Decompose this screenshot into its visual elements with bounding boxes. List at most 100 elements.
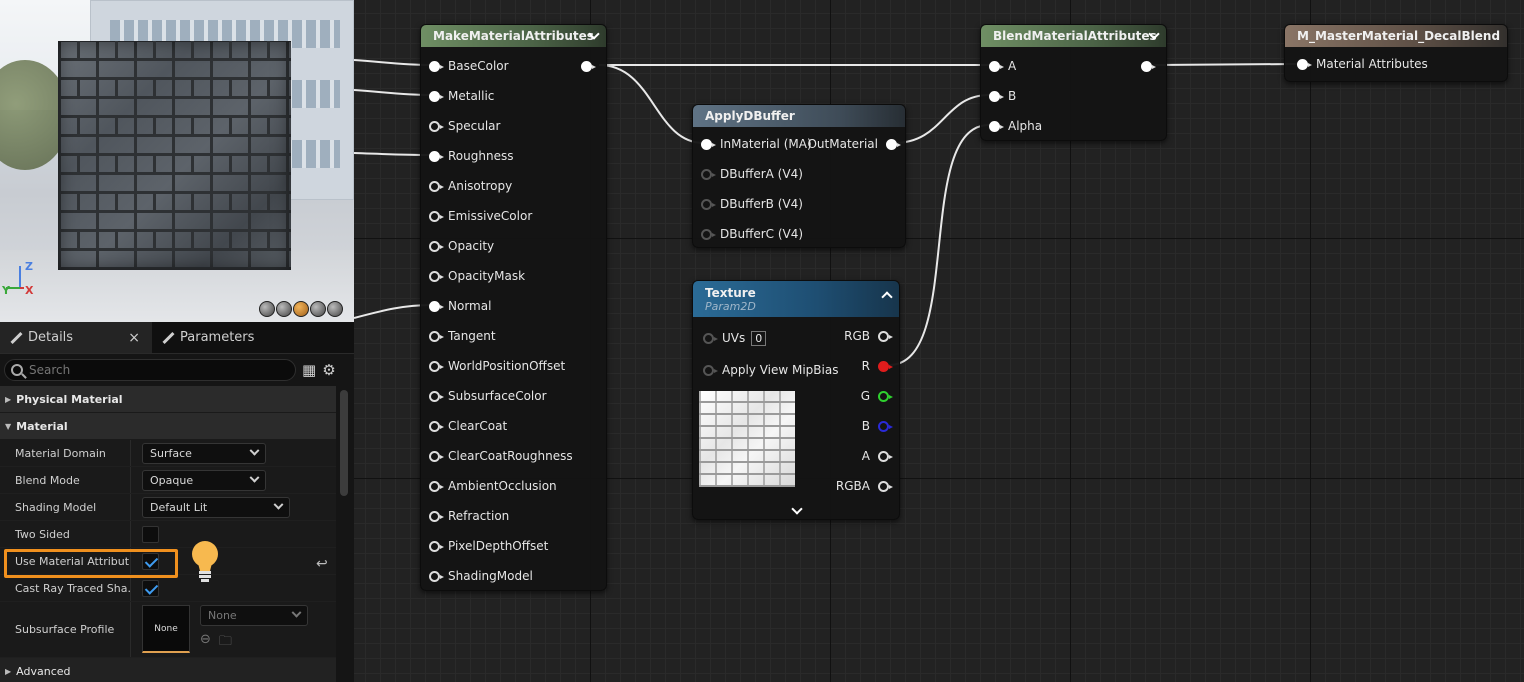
pin-icon[interactable] [581,60,596,72]
shading-model-dropdown[interactable]: Default Lit [142,496,290,518]
pin-icon[interactable] [429,150,444,162]
uv-index-input[interactable]: 0 [751,330,767,346]
pin-icon[interactable] [989,120,1004,132]
pin-icon[interactable] [886,138,901,150]
pin-opacity[interactable]: Opacity [429,231,494,261]
pin-icon[interactable] [1141,60,1156,72]
pin-clearcoatroughness[interactable]: ClearCoatRoughness [429,441,573,471]
pin-dbuffera[interactable]: DBufferA (V4) [701,159,803,189]
section-material[interactable]: ▼ Material [0,413,336,440]
pin-dbufferb[interactable]: DBufferB (V4) [701,189,803,219]
subsurface-profile-thumbnail[interactable]: None [142,605,190,653]
sphere-preview-icon[interactable] [276,301,292,317]
pin-r[interactable]: R [862,351,893,381]
pin-icon[interactable] [429,90,444,102]
teapot-preview-icon[interactable] [327,301,343,317]
pin-make-output[interactable] [573,51,596,81]
tab-details[interactable]: Details × [0,322,152,353]
pin-icon[interactable] [429,510,444,522]
chevron-down-icon[interactable] [791,503,803,515]
use-selected-asset-icon[interactable]: ⊖ [200,632,211,654]
pin-shadingmodel[interactable]: ShadingModel [429,561,533,591]
pin-ambientocclusion[interactable]: AmbientOcclusion [429,471,557,501]
pin-opacitymask[interactable]: OpacityMask [429,261,525,291]
node-header[interactable]: Texture Param2D [693,281,899,317]
pin-normal[interactable]: Normal [429,291,491,321]
pin-icon[interactable] [429,60,444,72]
pin-icon[interactable] [989,60,1004,72]
pin-icon[interactable] [429,120,444,132]
pin-icon[interactable] [429,390,444,402]
pin-icon[interactable] [429,300,444,312]
pin-icon[interactable] [878,450,893,462]
node-header[interactable]: MakeMaterialAttributes [421,25,606,47]
node-master-material[interactable]: M_MasterMaterial_DecalBlend Material Att… [1284,24,1508,82]
pin-apply-view-mipbias[interactable]: Apply View MipBias [703,355,838,385]
chevron-up-icon[interactable] [881,291,893,303]
pin-pixeldepthoffset[interactable]: PixelDepthOffset [429,531,548,561]
pin-b[interactable]: B [989,81,1016,111]
pin-icon[interactable] [429,180,444,192]
pin-dbufferc[interactable]: DBufferC (V4) [701,219,803,249]
pin-specular[interactable]: Specular [429,111,500,141]
subsurface-profile-dropdown[interactable]: None [200,605,308,626]
pin-icon[interactable] [878,360,893,372]
cube-preview-icon[interactable] [310,301,326,317]
tab-parameters[interactable]: Parameters [152,322,264,353]
pin-anisotropy[interactable]: Anisotropy [429,171,512,201]
pin-material-attributes[interactable]: Material Attributes [1297,49,1428,79]
pin-a-out[interactable]: A [862,441,893,471]
pin-icon[interactable] [1297,58,1312,70]
details-scrollbar[interactable] [340,390,348,496]
pin-icon[interactable] [878,330,893,342]
pin-icon[interactable] [878,390,893,402]
pin-icon[interactable] [429,360,444,372]
node-make-material-attributes[interactable]: MakeMaterialAttributes BaseColor Metallic… [420,24,607,591]
pin-icon[interactable] [429,570,444,582]
cylinder-preview-icon[interactable] [259,301,275,317]
material-preview-viewport[interactable]: Z Y X [0,0,354,322]
pin-outmaterial[interactable]: OutMaterial [807,129,901,159]
material-graph-canvas[interactable]: MakeMaterialAttributes BaseColor Metallic… [354,0,1524,682]
pin-b-out[interactable]: B [862,411,893,441]
section-advanced[interactable]: ▶ Advanced [0,658,336,682]
pin-icon[interactable] [429,480,444,492]
gear-icon[interactable]: ⚙ [322,361,335,379]
pin-roughness[interactable]: Roughness [429,141,513,171]
node-blend-material-attributes[interactable]: BlendMaterialAttributes A B Alpha [980,24,1167,141]
table-view-icon[interactable]: ▦ [302,361,316,379]
pin-icon[interactable] [701,228,716,240]
pin-icon[interactable] [429,330,444,342]
pin-metallic[interactable]: Metallic [429,81,494,111]
pin-result[interactable] [1133,51,1156,81]
section-physical-material[interactable]: ▶ Physical Material [0,386,336,413]
pin-icon[interactable] [701,198,716,210]
pin-icon[interactable] [429,240,444,252]
pin-refraction[interactable]: Refraction [429,501,509,531]
pin-rgb[interactable]: RGB [844,321,893,351]
blend-mode-dropdown[interactable]: Opaque [142,469,266,491]
pin-clearcoat[interactable]: ClearCoat [429,411,507,441]
reset-to-default-icon[interactable]: ↩ [316,556,328,572]
pin-inmaterial[interactable]: InMaterial (MA) [701,129,812,159]
pin-subsurfacecolor[interactable]: SubsurfaceColor [429,381,547,411]
pin-basecolor[interactable]: BaseColor [429,51,509,81]
search-input[interactable] [29,363,279,377]
node-header[interactable]: M_MasterMaterial_DecalBlend [1285,25,1507,47]
pin-worldpositionoffset[interactable]: WorldPositionOffset [429,351,565,381]
pin-icon[interactable] [429,210,444,222]
cast-ray-traced-shadows-checkbox[interactable] [142,579,159,597]
node-header[interactable]: BlendMaterialAttributes [981,25,1166,47]
pin-g[interactable]: G [861,381,893,411]
pin-icon[interactable] [429,270,444,282]
node-texture-param2d[interactable]: Texture Param2D UVs 0 Apply View MipBias… [692,280,900,520]
pin-tangent[interactable]: Tangent [429,321,496,351]
pin-uvs[interactable]: UVs 0 [703,323,767,353]
close-icon[interactable]: × [128,330,140,346]
pin-alpha[interactable]: Alpha [989,111,1042,141]
pin-icon[interactable] [878,480,893,492]
pin-a[interactable]: A [989,51,1016,81]
pin-icon[interactable] [703,364,718,376]
pin-icon[interactable] [703,332,718,344]
pin-icon[interactable] [429,420,444,432]
